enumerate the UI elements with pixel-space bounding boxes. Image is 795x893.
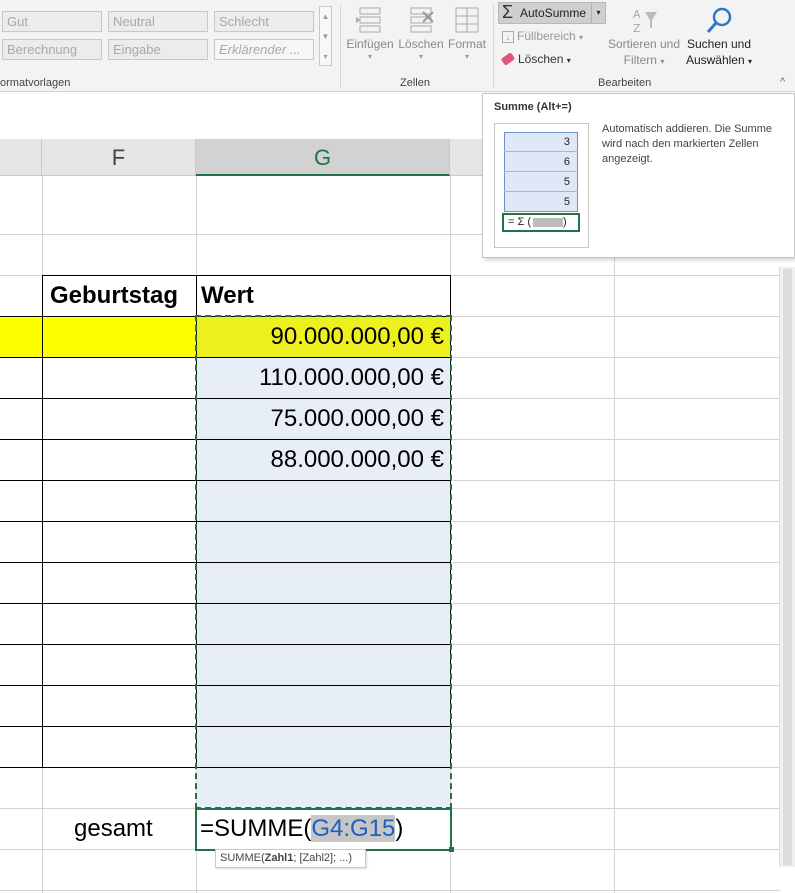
fill-button[interactable]: ↓ Füllbereich ▾ bbox=[502, 29, 583, 43]
editing-group-label: Bearbeiten bbox=[598, 77, 652, 89]
column-header-e[interactable] bbox=[0, 139, 42, 176]
delete-cells-label: Löschen bbox=[398, 37, 444, 51]
chevron-down-icon: ▾ bbox=[748, 57, 753, 66]
autosum-tooltip: Summe (Alt+=) 3 6 5 5 = Σ () Automatisch… bbox=[482, 93, 795, 258]
tooltip-title: Summe (Alt+=) bbox=[494, 101, 572, 113]
autosum-dropdown[interactable]: ▾ bbox=[591, 3, 605, 23]
scrollbar-thumb[interactable] bbox=[783, 269, 792, 865]
format-cells-button[interactable]: Format ▾ bbox=[446, 4, 488, 62]
sort-filter-button[interactable]: A Z Sortieren und Filtern ▾ bbox=[606, 6, 682, 70]
find-select-button[interactable]: Suchen und Auswählen ▾ bbox=[683, 6, 755, 70]
chevron-down-icon: ▾ bbox=[367, 52, 372, 61]
autosum-button[interactable]: Σ AutoSumme ▾ bbox=[498, 2, 606, 24]
scroll-up-icon[interactable]: ▲ bbox=[320, 7, 331, 27]
collapse-ribbon-icon[interactable]: ^ bbox=[780, 76, 785, 88]
fill-handle[interactable] bbox=[449, 847, 454, 852]
chevron-down-icon: ▾ bbox=[418, 52, 423, 61]
scroll-down-icon[interactable]: ▼ bbox=[320, 27, 331, 47]
fill-down-icon: ↓ bbox=[502, 31, 514, 43]
styles-gallery-scroll[interactable]: ▲ ▼ ▾ bbox=[319, 6, 332, 66]
clear-button[interactable]: Löschen ▾ bbox=[500, 52, 571, 66]
fill-label: Füllbereich bbox=[517, 29, 576, 43]
cells-group-label: Zellen bbox=[400, 77, 430, 89]
find-select-label-2: Auswählen bbox=[685, 53, 745, 67]
gallery-more-icon[interactable]: ▾ bbox=[320, 47, 331, 67]
chevron-down-icon: ▾ bbox=[464, 52, 469, 61]
formula-range-reference[interactable]: G4:G15 bbox=[311, 815, 396, 842]
function-argument-tooltip[interactable]: SUMME(Zahl1; [Zahl2]; ...) bbox=[215, 849, 366, 868]
sort-filter-icon: A Z bbox=[633, 8, 657, 35]
delete-cells-icon bbox=[410, 7, 434, 33]
styles-group-label: ormatvorlagen bbox=[0, 77, 71, 89]
formula-suffix: ) bbox=[395, 815, 404, 842]
illustration-values: 3 6 5 5 bbox=[504, 132, 578, 212]
style-input[interactable]: Eingabe bbox=[108, 39, 208, 60]
illustration-formula-cell: = Σ () bbox=[502, 213, 580, 232]
selection-marquee bbox=[195, 315, 452, 809]
ribbon: Gut Neutral Schlecht Berechnung Eingabe … bbox=[0, 0, 795, 92]
clear-label: Löschen bbox=[518, 52, 564, 66]
style-bad[interactable]: Schlecht bbox=[214, 11, 314, 32]
find-select-label: Suchen und bbox=[686, 37, 752, 51]
delete-cells-button[interactable]: Löschen ▾ bbox=[396, 4, 446, 62]
tooltip-illustration: 3 6 5 5 = Σ () bbox=[494, 123, 589, 248]
formula-text[interactable]: =SUMME(G4:G15) bbox=[200, 815, 403, 843]
chevron-down-icon: ▾ bbox=[579, 33, 584, 42]
tooltip-description: Automatisch addieren. Die Summe wird nac… bbox=[602, 123, 772, 165]
chevron-down-icon: ▾ bbox=[660, 57, 665, 66]
formula-prefix: =SUMME( bbox=[200, 815, 312, 842]
style-neutral[interactable]: Neutral bbox=[108, 11, 208, 32]
header-value[interactable]: Wert bbox=[201, 282, 254, 310]
svg-text:Z: Z bbox=[633, 22, 641, 35]
eraser-icon bbox=[500, 52, 516, 66]
total-label[interactable]: gesamt bbox=[74, 815, 153, 843]
sort-filter-label-2: Filtern bbox=[623, 53, 657, 67]
style-calculation[interactable]: Berechnung bbox=[2, 39, 102, 60]
column-header-g[interactable]: G bbox=[196, 139, 450, 176]
format-cells-icon bbox=[455, 7, 479, 33]
formula-cell[interactable]: =SUMME(G4:G15) bbox=[195, 808, 454, 852]
style-explanatory[interactable]: Erklärender ... bbox=[214, 39, 314, 60]
sigma-icon: Σ bbox=[502, 2, 514, 22]
group-separator bbox=[493, 4, 494, 88]
chevron-down-icon: ▾ bbox=[566, 56, 571, 65]
insert-cells-label: Einfügen bbox=[346, 37, 394, 51]
insert-cells-icon bbox=[356, 7, 381, 33]
header-birthday[interactable]: Geburtstag bbox=[50, 282, 178, 310]
autosum-label: AutoSumme bbox=[520, 6, 587, 20]
svg-text:A: A bbox=[633, 8, 641, 21]
style-good[interactable]: Gut bbox=[2, 11, 102, 32]
group-separator bbox=[340, 4, 341, 88]
insert-cells-button[interactable]: Einfügen ▾ bbox=[345, 4, 395, 62]
format-cells-label: Format bbox=[447, 37, 486, 51]
vertical-scrollbar[interactable] bbox=[779, 267, 795, 867]
highlighted-row bbox=[0, 316, 196, 357]
search-icon bbox=[706, 7, 732, 33]
column-header-f[interactable]: F bbox=[42, 139, 196, 176]
sort-filter-label: Sortieren und bbox=[607, 37, 681, 51]
